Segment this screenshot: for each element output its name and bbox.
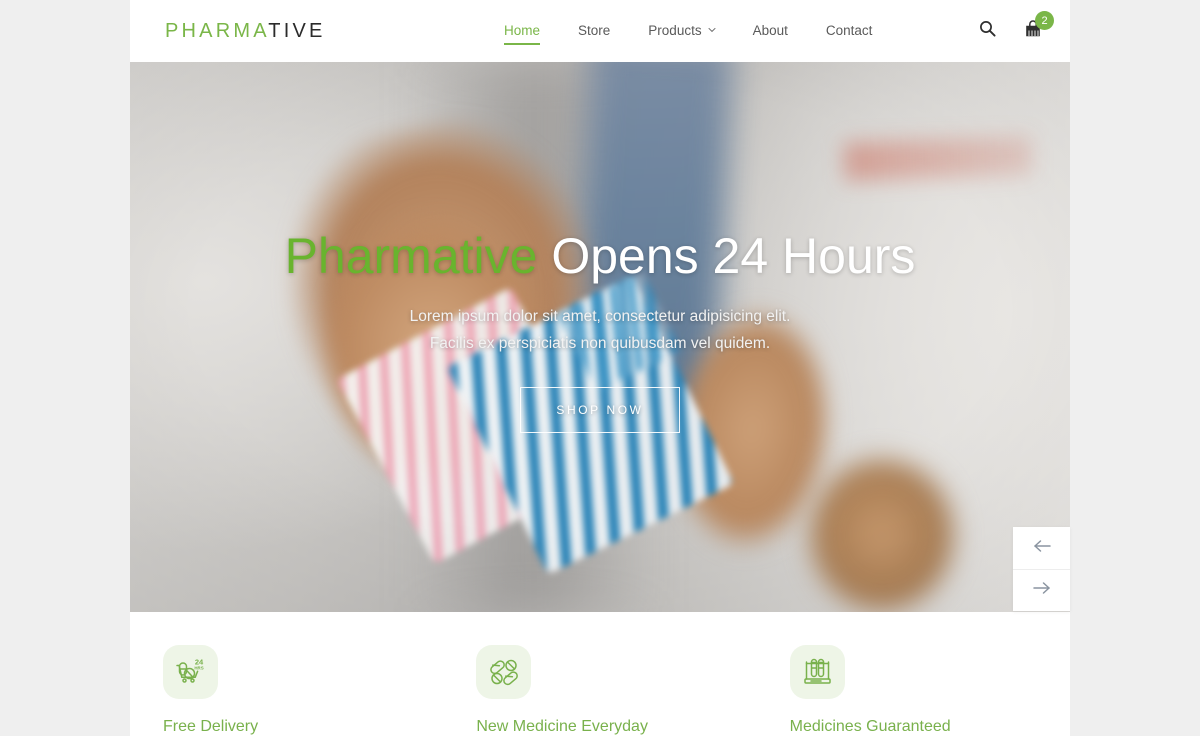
site-header: PHARMATIVE Home Store Products About Con… [130,0,1070,62]
hero-subtitle-line-2: Facilis ex perspiciatis non quibusdam ve… [429,335,771,352]
hero-title: Pharmative Opens 24 Hours [285,227,916,285]
pills-capsules-icon [476,645,532,699]
feature-label-new-medicine: New Medicine Everyday [476,718,648,735]
feature-label-free-delivery: Free Delivery [163,718,259,735]
feature-label-medicines-guaranteed: Medicines Guaranteed [789,718,951,735]
nav-item-about[interactable]: About [734,0,807,62]
nav-item-home[interactable]: Home [485,0,559,62]
hero-subtitle-line-1: Lorem ipsum dolor sit amet, consectetur … [409,308,791,325]
feature-medicines-guaranteed[interactable]: Medicines Guaranteed [757,612,1070,736]
features-strip: 24 HRS Free Delivery New Medicine Everyd… [130,612,1070,736]
nav-item-store[interactable]: Store [559,0,629,62]
header-actions: 2 [976,0,1054,62]
nav-item-products[interactable]: Products [629,0,733,62]
hero-slider-nav [1013,527,1070,611]
cart-button[interactable]: 2 [1022,11,1054,42]
nav-label-contact: Contact [825,23,873,38]
site-logo[interactable]: PHARMATIVE [165,20,326,42]
test-tube-rack-icon [789,645,845,699]
nav-item-contact[interactable]: Contact [807,0,892,62]
logo-green-part: PHARMA [165,20,269,42]
nav-label-about: About [752,23,788,38]
search-button[interactable] [976,20,998,42]
slider-prev-button[interactable] [1013,527,1070,569]
page-root: PHARMATIVE Home Store Products About Con… [0,0,1200,736]
hero-title-rest: Opens 24 Hours [537,228,916,284]
delivery-cart-24hrs-icon: 24 HRS [163,645,218,699]
nav-label-products: Products [648,23,702,38]
feature-new-medicine[interactable]: New Medicine Everyday [443,612,756,736]
arrow-right-icon [1032,581,1052,600]
svg-text:HRS: HRS [194,666,203,671]
chevron-down-icon [707,26,716,33]
feature-free-delivery[interactable]: 24 HRS Free Delivery [130,612,443,736]
search-icon [979,20,996,42]
hero-content: Pharmative Opens 24 Hours Lorem ipsum do… [130,62,1070,612]
shop-now-button[interactable]: SHOP NOW [520,387,680,433]
hero-slider: Pharmative Opens 24 Hours Lorem ipsum do… [130,62,1070,612]
hero-subtitle: Lorem ipsum dolor sit amet, consectetur … [410,303,791,357]
cart-count-badge: 2 [1035,11,1054,30]
nav-label-home: Home [504,23,541,38]
slider-next-button[interactable] [1013,569,1070,611]
hero-title-accent: Pharmative [284,228,538,284]
nav-label-store: Store [578,23,611,38]
arrow-left-icon [1032,539,1052,558]
main-navigation: Home Store Products About Contact [485,0,891,62]
logo-dark-part: TIVE [268,20,326,42]
site-container: PHARMATIVE Home Store Products About Con… [130,0,1070,736]
